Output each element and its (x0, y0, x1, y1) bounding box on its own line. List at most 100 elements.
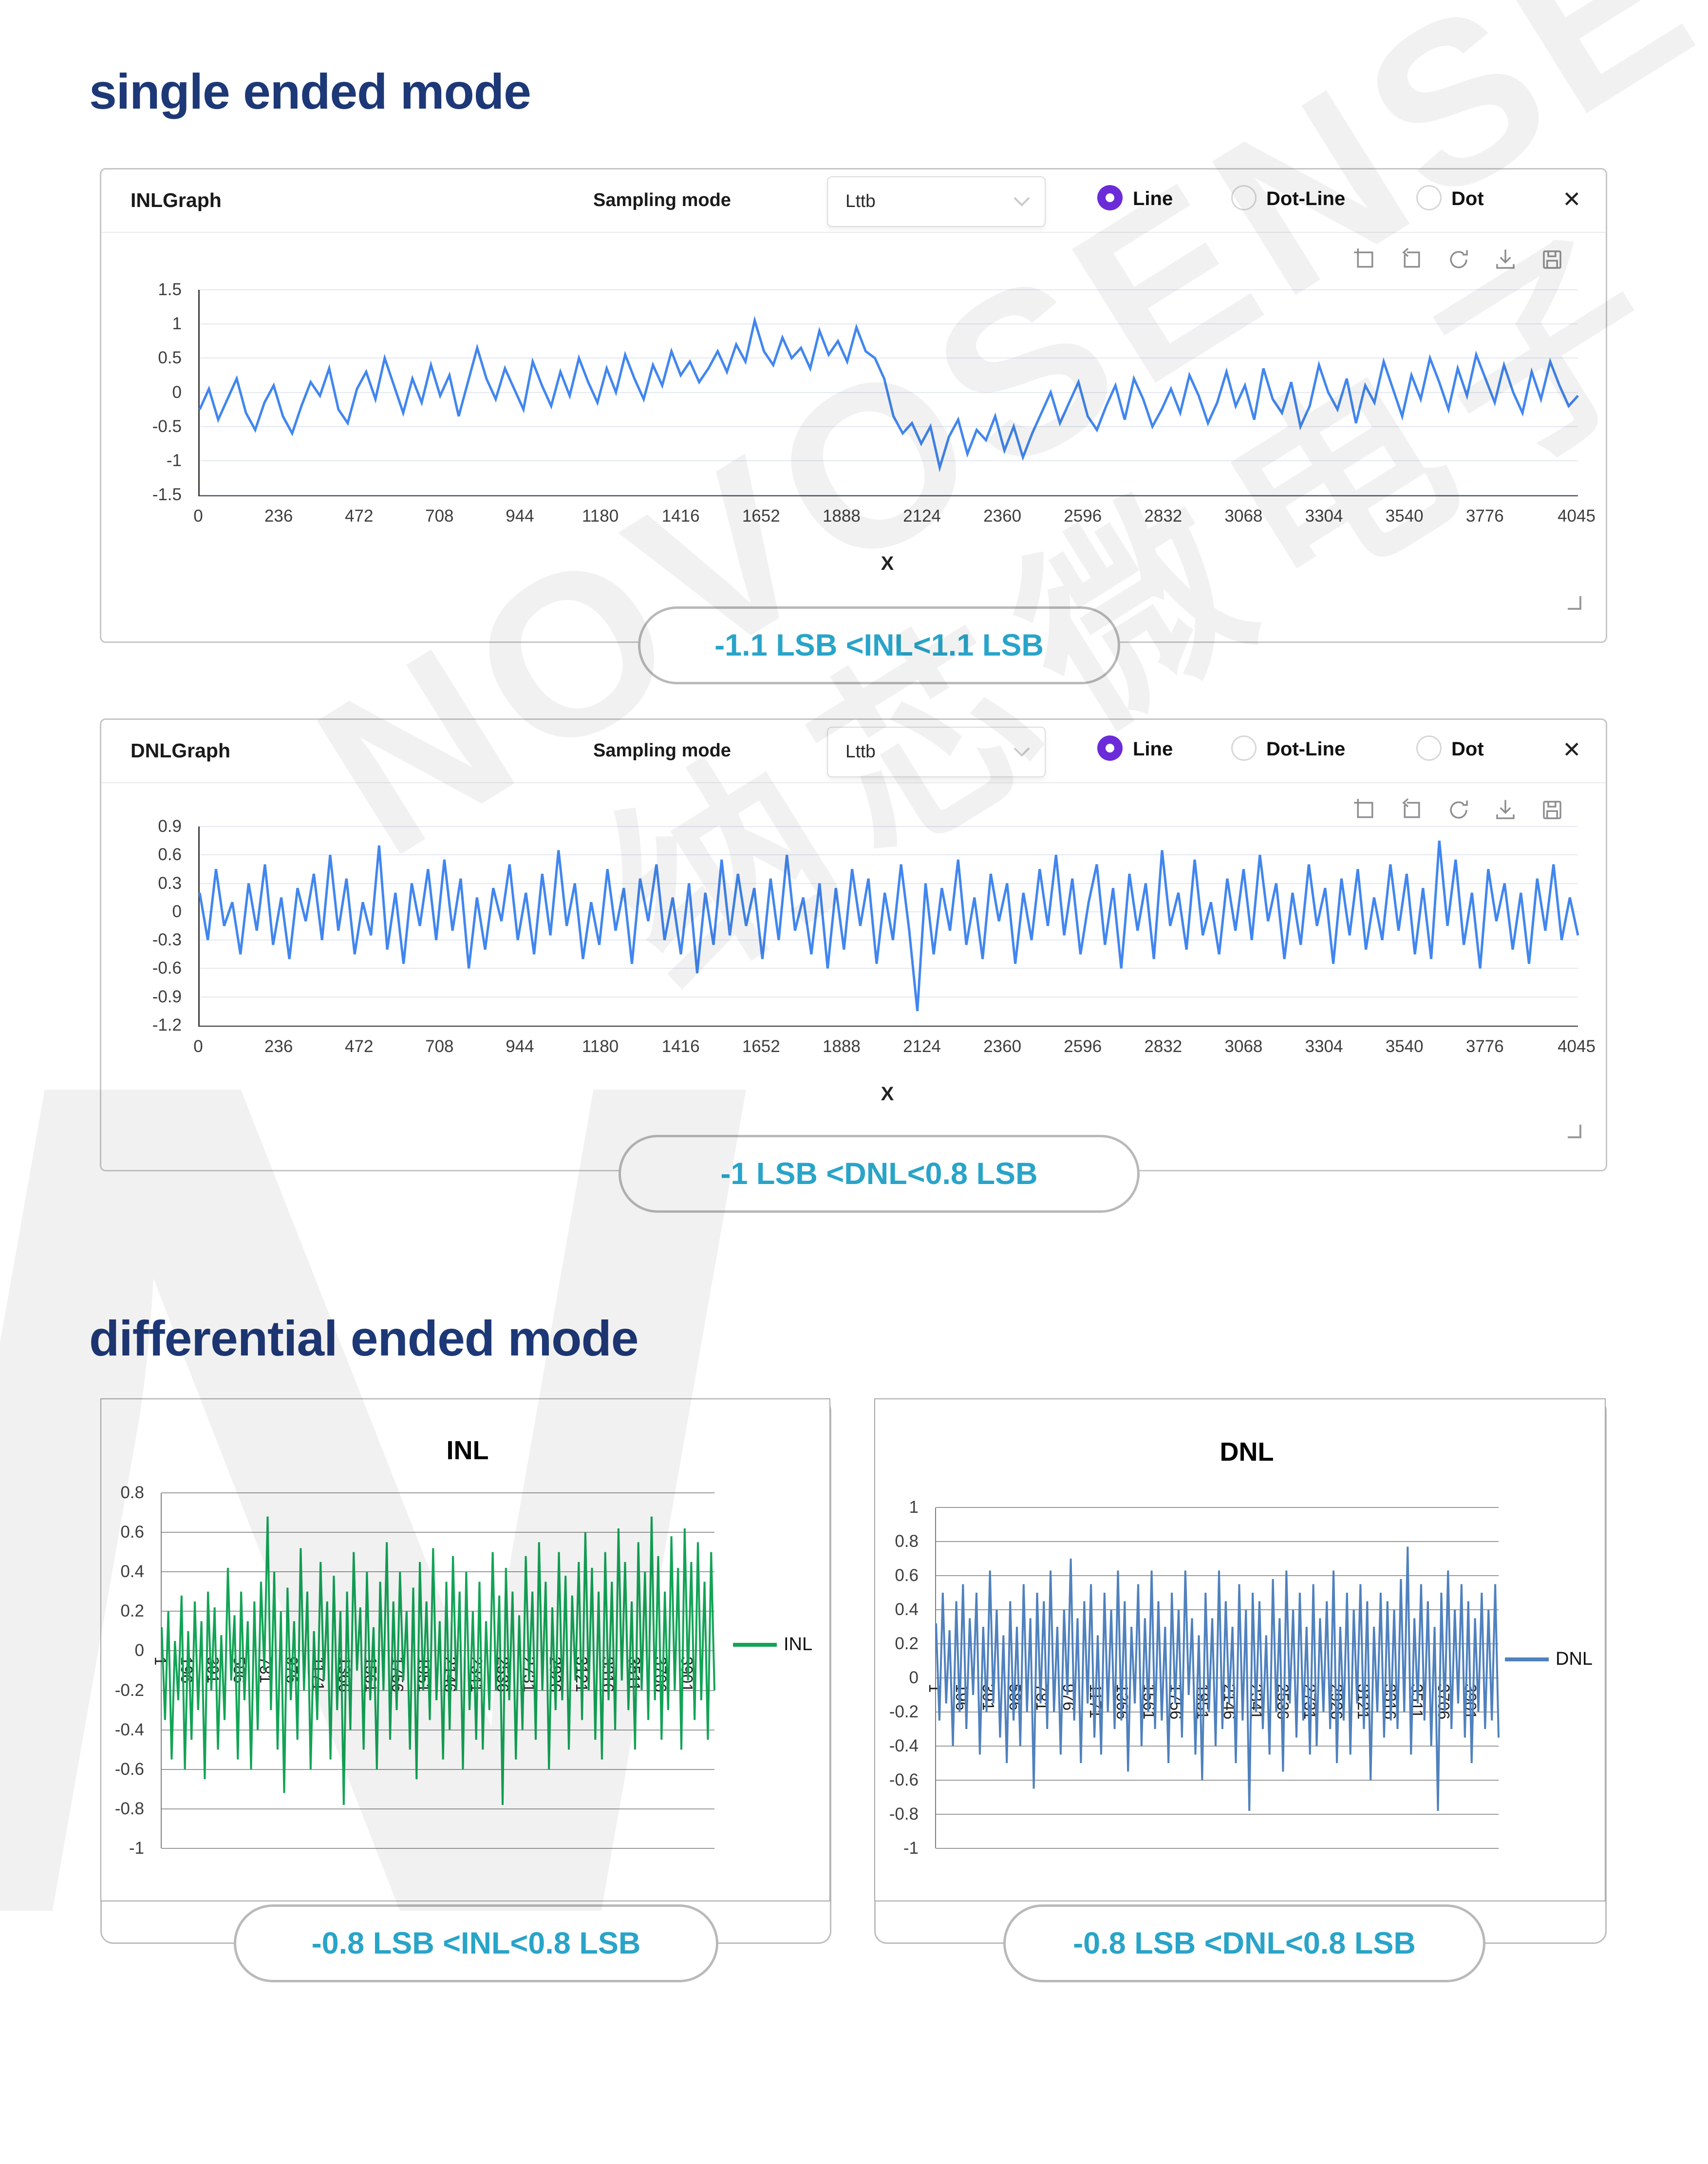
section-title-single-ended: single ended mode (89, 64, 531, 119)
sampling-dropdown-value: Lttb (845, 741, 876, 761)
y-tick-label: 0 (134, 1641, 144, 1660)
sampling-dropdown[interactable]: Lttb (827, 176, 1046, 227)
radio-dot[interactable] (1416, 185, 1442, 210)
radio-dot[interactable] (1416, 735, 1442, 761)
y-tick-label: -0.4 (114, 1720, 144, 1739)
dnl-legend: DNL (1505, 1649, 1593, 1670)
chart-toolbar (1353, 247, 1564, 272)
y-tick-label: 1 (172, 314, 182, 334)
download-icon[interactable] (1493, 247, 1518, 272)
x-tick-label: 944 (506, 507, 534, 526)
y-tick-label: 0.2 (895, 1634, 919, 1653)
inl-legend: INL (733, 1634, 812, 1655)
radio-line[interactable] (1097, 735, 1123, 761)
radio-line-label: Line (1133, 738, 1173, 760)
chevron-down-icon (1014, 747, 1030, 759)
x-tick-label: 4045 (1558, 507, 1595, 526)
resize-corner-icon[interactable] (1568, 596, 1581, 610)
inl-diff-chart: INL 0.8 0.6 0.4 0.2 0 -0.2 -0.4 -0.6 -0.8 -1 1 196… (78, 1436, 828, 1931)
save-icon[interactable] (1540, 247, 1564, 272)
x-tick-label: 236 (264, 1037, 293, 1056)
dnl-diff-plot: 1 196 391 586 781 976 1171 1366 1561 1756 1951 2146… (926, 1507, 1500, 1849)
x-tick-label: 1180 (582, 1037, 619, 1056)
x-tick-label: 2360 (983, 1037, 1022, 1056)
inl-top-series-line (198, 316, 1579, 472)
dnl-legend-label: DNL (1556, 1649, 1593, 1669)
radio-line-label: Line (1133, 188, 1173, 209)
y-tick-label: -1.5 (152, 485, 182, 504)
resize-corner-icon[interactable] (1568, 1125, 1581, 1138)
y-tick-label: -1 (166, 451, 182, 470)
y-tick-label: -0.6 (152, 959, 182, 978)
x-tick-label: 4045 (1558, 1037, 1595, 1056)
x-tick-label: 708 (425, 1037, 454, 1056)
radio-line[interactable] (1097, 185, 1123, 210)
zoom-back-icon[interactable] (1400, 247, 1424, 272)
refresh-icon[interactable] (1446, 247, 1471, 272)
caption-inl-single: -1.1 LSB <INL<1.1 LSB (638, 606, 1120, 684)
close-icon[interactable]: ✕ (1562, 736, 1581, 763)
y-tick-label: -0.8 (114, 1799, 144, 1818)
y-tick-label: -0.9 (152, 987, 182, 1006)
zoom-back-icon[interactable] (1400, 798, 1424, 822)
x-tick-label: 1416 (661, 1037, 700, 1056)
x-tick-label: 708 (425, 507, 454, 526)
x-tick-label: 472 (345, 507, 374, 526)
x-tick-label: 3068 (1224, 1037, 1263, 1056)
x-tick-label: 1888 (822, 507, 861, 526)
sampling-dropdown[interactable]: Lttb (827, 727, 1046, 777)
sampling-mode-label: Sampling mode (593, 190, 731, 210)
y-tick-label: -0.6 (114, 1759, 144, 1779)
dnl-line-chart[interactable]: 0.9 0.6 0.3 0 -0.3 -0.6 -0.9 -1.2 0 236 472 708 944… (115, 817, 1595, 1109)
radio-dot-line-label: Dot-Line (1266, 188, 1346, 209)
y-tick-label: 0.6 (120, 1523, 144, 1542)
radio-dot-label: Dot (1451, 738, 1484, 760)
y-tick-label: 0.8 (120, 1483, 144, 1502)
y-tick-label: -0.8 (889, 1805, 919, 1824)
sampling-dropdown-value: Lttb (845, 191, 876, 211)
caption-dnl-single: -1 LSB <DNL<0.8 LSB (619, 1135, 1140, 1213)
inl-legend-label: INL (784, 1634, 813, 1655)
inl-chart-plot[interactable] (198, 289, 1579, 496)
x-tick-label: 2832 (1144, 507, 1182, 526)
radio-dot-line-label: Dot-Line (1266, 738, 1346, 760)
x-tick-label: 2596 (1064, 1037, 1102, 1056)
inl-diff-series-line (161, 1516, 715, 1805)
x-tick-label: 0 (193, 507, 203, 526)
x-tick-label: 3304 (1305, 507, 1343, 526)
x-tick-label: 0 (193, 1037, 203, 1056)
refresh-icon[interactable] (1446, 798, 1471, 822)
radio-dot-line[interactable] (1231, 185, 1257, 210)
y-tick-label: 0.4 (895, 1600, 919, 1619)
close-icon[interactable]: ✕ (1562, 186, 1581, 212)
x-tick-label: 2360 (983, 507, 1022, 526)
chart-toolbar (1353, 798, 1564, 822)
dnl-diff-series-line (935, 1546, 1500, 1811)
y-tick-label: 0.2 (120, 1601, 144, 1621)
page: { "page": { "title_single": "single ende… (0, 0, 1708, 2164)
dnl-chart-x-title: X (881, 1083, 894, 1105)
dnl-chart-plot[interactable] (198, 826, 1579, 1027)
inl-line-chart[interactable]: 1.5 1 0.5 0 -0.5 -1 -1.5 0 236 472 708 944 1180 1416… (115, 281, 1595, 582)
x-tick-label: 2832 (1144, 1037, 1182, 1056)
download-icon[interactable] (1493, 798, 1518, 822)
x-tick-label: 1416 (661, 507, 700, 526)
y-tick-label: 0.5 (158, 348, 182, 368)
y-tick-label: 0 (909, 1668, 919, 1687)
zoom-box-icon[interactable] (1353, 247, 1377, 272)
dnl-top-series-line (198, 840, 1579, 1012)
y-tick-label: -0.3 (152, 930, 182, 950)
y-tick-label: 0 (172, 902, 182, 921)
x-tick-label: 1652 (742, 1037, 780, 1056)
y-tick-label: 1 (909, 1498, 919, 1517)
radio-dot-line[interactable] (1231, 735, 1257, 761)
dnl-legend-line-icon (1505, 1657, 1549, 1661)
x-tick-label: 3304 (1305, 1037, 1343, 1056)
save-icon[interactable] (1540, 798, 1564, 822)
y-tick-label: -1 (129, 1839, 144, 1858)
x-tick-label: 2124 (903, 1037, 941, 1056)
zoom-box-icon[interactable] (1353, 798, 1377, 822)
y-tick-label: 0.4 (120, 1562, 144, 1581)
y-tick-label: -0.6 (889, 1770, 919, 1789)
x-tick-label: 472 (345, 1037, 374, 1056)
